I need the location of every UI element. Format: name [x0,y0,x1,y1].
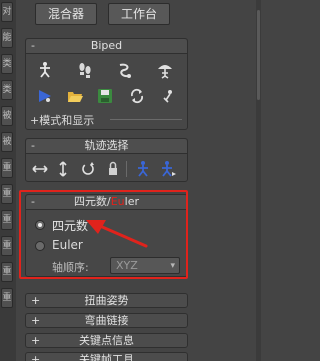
mixer-button[interactable]: 混合器 [35,3,97,25]
move-all-icon[interactable] [156,85,178,107]
collapsed-rollout-twist-poses[interactable]: + 扭曲姿势 [25,293,188,308]
biped-rollout: - Biped +模式和显示 [25,38,188,130]
divider [126,161,127,177]
strip-button[interactable]: 能 [1,28,13,48]
strip-button[interactable]: 重 [1,288,13,308]
quaternion-radio[interactable] [35,220,45,230]
opposite-icon[interactable] [157,158,179,180]
title-mid: Eu [110,195,125,208]
panel-scrollbar[interactable] [256,0,261,361]
strip-button[interactable]: 重 [1,210,13,230]
quaternion-euler-title: 四元数/Euler [74,195,139,208]
motion-flow-icon[interactable] [114,59,136,81]
biped-title: Biped [90,39,123,52]
collapsed-rollout-key-info[interactable]: + 关键点信息 [25,333,188,348]
euler-label[interactable]: Euler [52,238,83,252]
strip-button[interactable]: 重 [1,158,13,178]
body-rotation-icon[interactable] [77,158,99,180]
strip-button[interactable]: 对 [1,2,13,22]
collapse-sign: - [31,195,35,208]
symmetrical-icon[interactable] [132,158,154,180]
strip-button[interactable]: 被 [1,106,13,126]
chevron-down-icon: ▾ [170,261,175,271]
axis-order-select[interactable]: XYZ ▾ [110,257,180,274]
strip-button[interactable]: 重 [1,236,13,256]
track-selection-rollout: - 轨迹选择 [25,138,188,182]
title-suffix: ler [124,195,139,208]
strip-button[interactable]: 类 [1,54,13,74]
strip-button[interactable]: 类 [1,80,13,100]
expand-sign: + [31,353,41,361]
strip-button[interactable]: 重 [1,262,13,282]
expand-sign: + [31,334,41,347]
figure-mode-icon[interactable] [34,59,56,81]
collapsed-rollout-label: 扭曲姿势 [84,294,129,307]
strip-button[interactable]: 被 [1,132,13,152]
collapsed-rollout-label: 弯曲链接 [84,314,129,327]
title-prefix: 四元数/ [74,195,111,208]
left-tool-strip: 对 能 类 类 被 被 重 重 重 重 重 重 [0,0,16,361]
command-panel: 对 能 类 类 被 被 重 重 重 重 重 重 混合器 工作台 - Biped [0,0,261,361]
axis-order-label: 轴顺序: [52,261,89,274]
collapse-sign: - [31,39,35,52]
euler-radio[interactable] [35,241,45,251]
biped-rollout-header[interactable]: - Biped [26,39,187,54]
expand-sign: + [31,314,41,327]
load-file-icon[interactable] [64,85,86,107]
footstep-mode-icon[interactable] [74,59,96,81]
collapsed-rollout-label: 关键点信息 [79,334,134,347]
body-vertical-icon[interactable] [52,158,74,180]
workbench-button[interactable]: 工作台 [108,3,170,25]
save-file-icon[interactable] [94,85,116,107]
track-selection-title: 轨迹选择 [84,139,129,152]
expand-sign: + [31,294,41,307]
collapsed-rollout-keyframe-tools[interactable]: + 关键帧工具 [25,352,188,361]
play-biped-icon[interactable] [34,85,56,107]
divider [110,119,182,120]
quaternion-euler-header[interactable]: - 四元数/Euler [26,195,187,210]
mixer-mode-icon[interactable] [154,59,176,81]
collapsed-rollout-bend-links[interactable]: + 弯曲链接 [25,313,188,328]
axis-order-value: XYZ [116,259,138,272]
mode-display-toggle[interactable]: +模式和显示 [30,112,94,128]
scrollbar-thumb[interactable] [257,10,260,100]
track-selection-header[interactable]: - 轨迹选择 [26,139,187,154]
collapse-sign: - [31,139,35,152]
annotation-arrow-icon [86,220,148,248]
lock-cob-icon[interactable] [102,158,124,180]
collapsed-rollout-label: 关键帧工具 [79,353,134,361]
body-horizontal-icon[interactable] [29,158,51,180]
strip-button[interactable]: 重 [1,184,13,204]
convert-icon[interactable] [126,85,148,107]
